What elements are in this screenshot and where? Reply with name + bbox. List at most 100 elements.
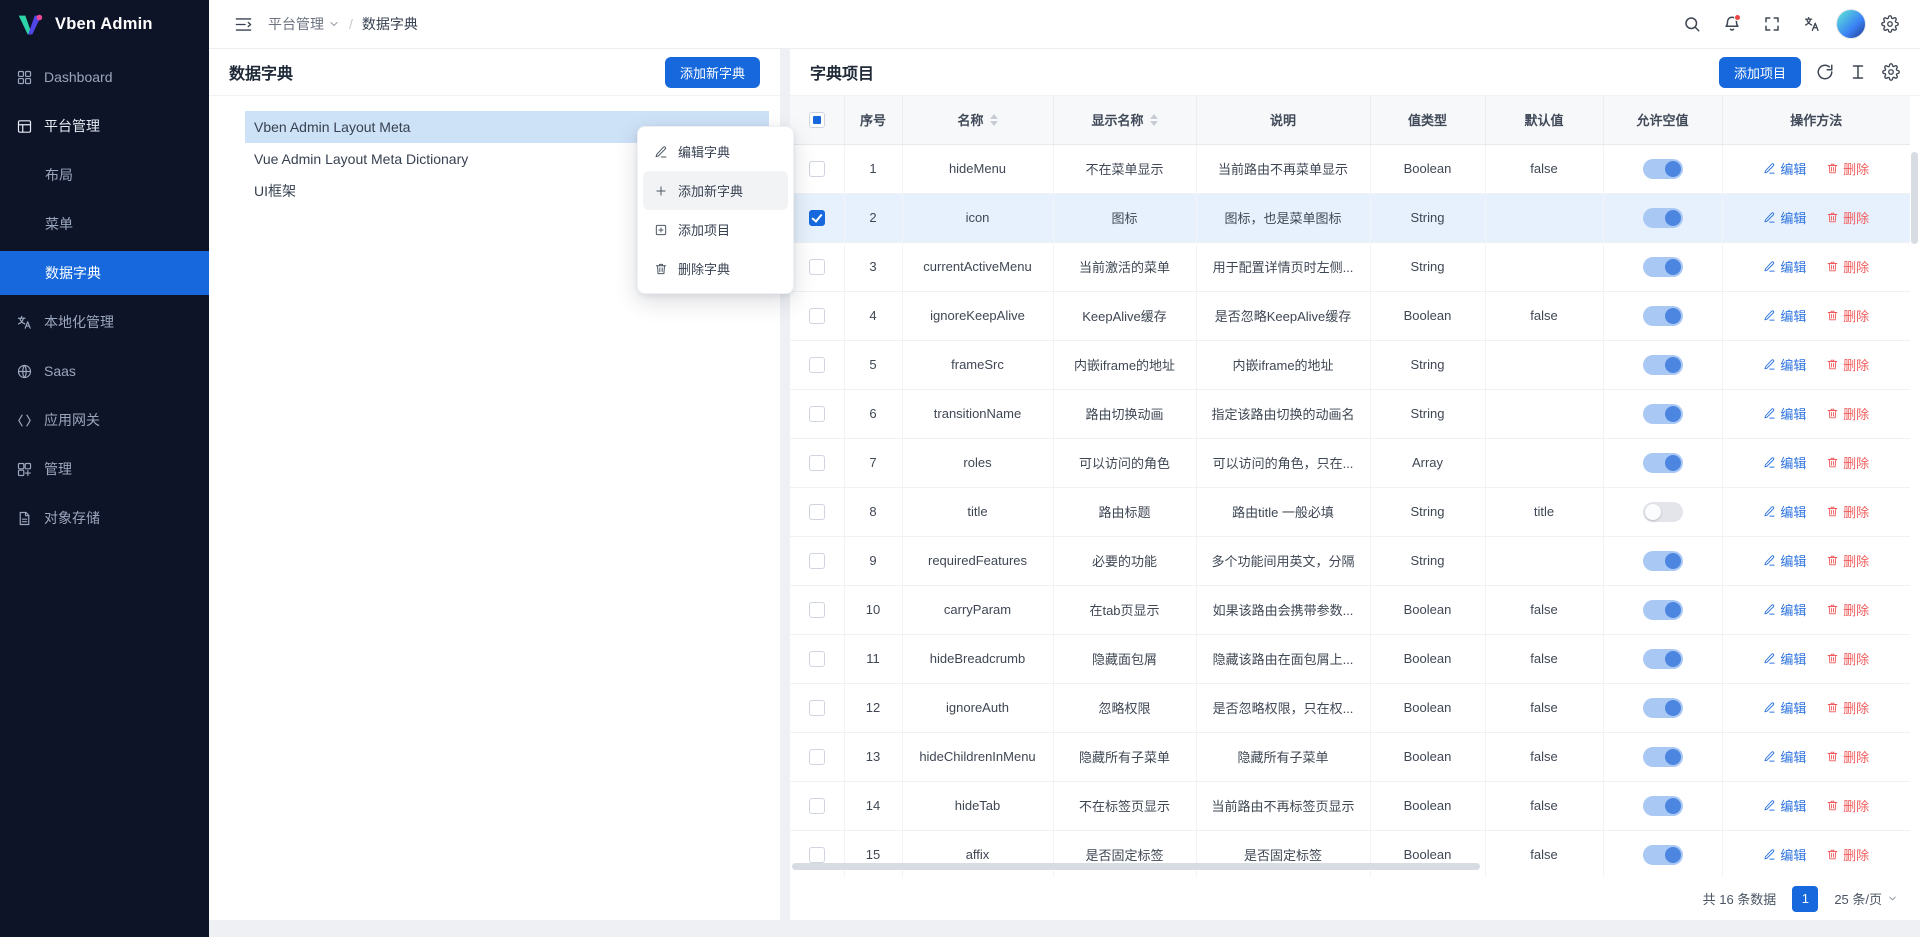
delete-link[interactable]: 删除 bbox=[1826, 747, 1869, 766]
delete-link[interactable]: 删除 bbox=[1826, 551, 1869, 570]
delete-link[interactable]: 删除 bbox=[1826, 159, 1869, 178]
delete-link[interactable]: 删除 bbox=[1826, 649, 1869, 668]
nullable-toggle[interactable] bbox=[1643, 600, 1683, 620]
sort-icon[interactable] bbox=[1150, 114, 1158, 126]
edit-link[interactable]: 编辑 bbox=[1763, 355, 1806, 374]
horizontal-scrollbar[interactable] bbox=[792, 863, 1480, 870]
delete-link[interactable]: 删除 bbox=[1826, 257, 1869, 276]
sidebar-item-平台管理[interactable]: 平台管理 bbox=[0, 104, 209, 148]
sidebar-item-对象存储[interactable]: 对象存储 bbox=[0, 496, 209, 540]
logo[interactable]: Vben Admin bbox=[0, 0, 209, 49]
avatar[interactable] bbox=[1836, 9, 1866, 39]
row-checkbox[interactable] bbox=[809, 504, 825, 520]
sidebar-item-本地化管理[interactable]: 本地化管理 bbox=[0, 300, 209, 344]
edit-link[interactable]: 编辑 bbox=[1763, 453, 1806, 472]
edit-link[interactable]: 编辑 bbox=[1763, 306, 1806, 325]
edit-link[interactable]: 编辑 bbox=[1763, 796, 1806, 815]
refresh-icon[interactable] bbox=[1816, 63, 1834, 81]
nullable-toggle[interactable] bbox=[1643, 551, 1683, 571]
column-header-序号: 序号 bbox=[844, 96, 902, 144]
nullable-toggle[interactable] bbox=[1643, 208, 1683, 228]
edit-link[interactable]: 编辑 bbox=[1763, 502, 1806, 521]
context-menu-item-删除字典[interactable]: 删除字典 bbox=[643, 249, 788, 288]
nullable-toggle[interactable] bbox=[1643, 159, 1683, 179]
nullable-toggle[interactable] bbox=[1643, 453, 1683, 473]
context-menu-item-添加新字典[interactable]: 添加新字典 bbox=[643, 171, 788, 210]
row-checkbox[interactable] bbox=[809, 455, 825, 471]
edit-link[interactable]: 编辑 bbox=[1763, 698, 1806, 717]
sidebar-item-管理[interactable]: 管理 bbox=[0, 447, 209, 491]
row-checkbox[interactable] bbox=[809, 651, 825, 667]
delete-link[interactable]: 删除 bbox=[1826, 845, 1869, 864]
nullable-toggle[interactable] bbox=[1643, 502, 1683, 522]
search-button[interactable] bbox=[1676, 8, 1708, 40]
nullable-toggle[interactable] bbox=[1643, 257, 1683, 277]
nullable-toggle[interactable] bbox=[1643, 845, 1683, 865]
sidebar-item-应用网关[interactable]: 应用网关 bbox=[0, 398, 209, 442]
row-checkbox[interactable] bbox=[809, 210, 825, 226]
edit-link[interactable]: 编辑 bbox=[1763, 747, 1806, 766]
nullable-toggle[interactable] bbox=[1643, 404, 1683, 424]
row-checkbox[interactable] bbox=[809, 259, 825, 275]
nullable-toggle[interactable] bbox=[1643, 649, 1683, 669]
notifications-button[interactable] bbox=[1716, 8, 1748, 40]
page-size-select[interactable]: 25 条/页 bbox=[1834, 889, 1898, 908]
row-checkbox[interactable] bbox=[809, 357, 825, 373]
row-checkbox[interactable] bbox=[809, 749, 825, 765]
select-all-checkbox[interactable] bbox=[809, 112, 825, 128]
row-checkbox[interactable] bbox=[809, 847, 825, 863]
cell-default-value bbox=[1485, 242, 1603, 291]
row-checkbox[interactable] bbox=[809, 700, 825, 716]
context-menu-item-编辑字典[interactable]: 编辑字典 bbox=[643, 132, 788, 171]
edit-link[interactable]: 编辑 bbox=[1763, 551, 1806, 570]
nullable-toggle[interactable] bbox=[1643, 306, 1683, 326]
delete-link[interactable]: 删除 bbox=[1826, 355, 1869, 374]
breadcrumb-item-platform[interactable]: 平台管理 bbox=[268, 14, 340, 34]
vertical-scrollbar[interactable] bbox=[1911, 152, 1918, 244]
delete-link[interactable]: 删除 bbox=[1826, 600, 1869, 619]
delete-link[interactable]: 删除 bbox=[1826, 502, 1869, 521]
column-header-名称[interactable]: 名称 bbox=[902, 96, 1053, 144]
chevron-down-icon bbox=[176, 510, 193, 527]
sidebar-subitem-布局[interactable]: 布局 bbox=[0, 153, 209, 197]
sidebar-subitem-菜单[interactable]: 菜单 bbox=[0, 202, 209, 246]
delete-link[interactable]: 删除 bbox=[1826, 796, 1869, 815]
fullscreen-button[interactable] bbox=[1756, 8, 1788, 40]
delete-link[interactable]: 删除 bbox=[1826, 306, 1869, 325]
delete-link[interactable]: 删除 bbox=[1826, 698, 1869, 717]
pagination-page-1[interactable]: 1 bbox=[1792, 886, 1818, 912]
nullable-toggle[interactable] bbox=[1643, 747, 1683, 767]
sidebar-subitem-数据字典[interactable]: 数据字典 bbox=[0, 251, 209, 295]
row-height-icon[interactable] bbox=[1849, 63, 1867, 81]
delete-link[interactable]: 删除 bbox=[1826, 453, 1869, 472]
language-button[interactable] bbox=[1796, 8, 1828, 40]
nullable-toggle[interactable] bbox=[1643, 355, 1683, 375]
edit-link[interactable]: 编辑 bbox=[1763, 649, 1806, 668]
settings-button[interactable] bbox=[1874, 8, 1906, 40]
column-header-显示名称[interactable]: 显示名称 bbox=[1053, 96, 1196, 144]
nullable-toggle[interactable] bbox=[1643, 796, 1683, 816]
edit-link[interactable]: 编辑 bbox=[1763, 404, 1806, 423]
edit-link[interactable]: 编辑 bbox=[1763, 208, 1806, 227]
nullable-toggle[interactable] bbox=[1643, 698, 1683, 718]
sidebar-collapse-button[interactable] bbox=[228, 9, 258, 39]
row-checkbox[interactable] bbox=[809, 308, 825, 324]
add-item-button[interactable]: 添加项目 bbox=[1719, 57, 1801, 88]
edit-link[interactable]: 编辑 bbox=[1763, 257, 1806, 276]
row-checkbox[interactable] bbox=[809, 602, 825, 618]
row-checkbox[interactable] bbox=[809, 161, 825, 177]
sort-icon[interactable] bbox=[990, 114, 998, 126]
row-checkbox[interactable] bbox=[809, 553, 825, 569]
edit-link[interactable]: 编辑 bbox=[1763, 159, 1806, 178]
row-checkbox[interactable] bbox=[809, 406, 825, 422]
context-menu-item-添加项目[interactable]: 添加项目 bbox=[643, 210, 788, 249]
sidebar-item-Dashboard[interactable]: Dashboard bbox=[0, 55, 209, 99]
edit-link[interactable]: 编辑 bbox=[1763, 600, 1806, 619]
row-checkbox[interactable] bbox=[809, 798, 825, 814]
delete-link[interactable]: 删除 bbox=[1826, 208, 1869, 227]
delete-link[interactable]: 删除 bbox=[1826, 404, 1869, 423]
sidebar-item-Saas[interactable]: Saas bbox=[0, 349, 209, 393]
table-settings-icon[interactable] bbox=[1882, 63, 1900, 81]
add-dictionary-button[interactable]: 添加新字典 bbox=[665, 57, 760, 88]
edit-link[interactable]: 编辑 bbox=[1763, 845, 1806, 864]
